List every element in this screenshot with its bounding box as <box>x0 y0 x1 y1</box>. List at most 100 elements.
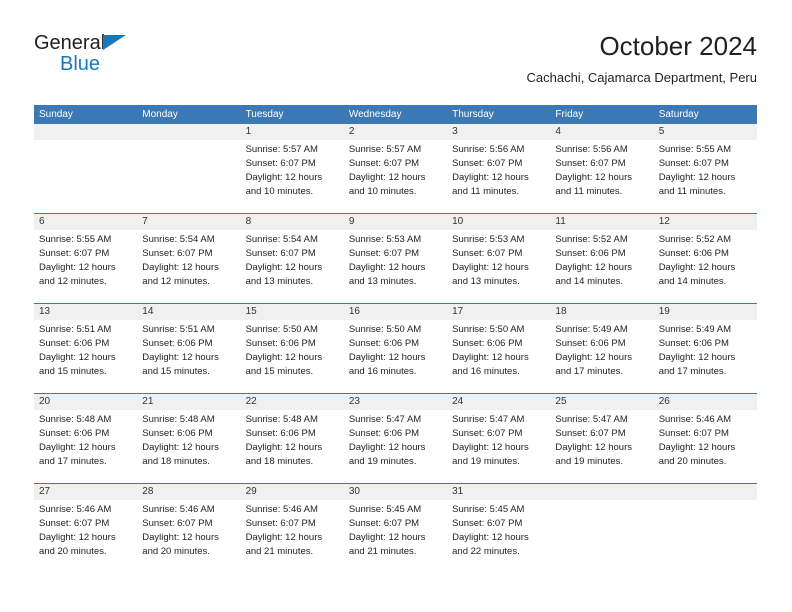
daylight-text-line1: Daylight: 12 hours <box>555 262 632 273</box>
day-number-22[interactable]: 22 <box>241 394 344 410</box>
day-cell-16[interactable]: Sunrise: 5:50 AM Sunset: 6:06 PM Daylight:… <box>344 320 447 393</box>
daylight-text-line2: and 19 minutes. <box>348 456 417 467</box>
day-cell-28[interactable]: Sunrise: 5:46 AM Sunset: 6:07 PM Daylight:… <box>137 500 240 573</box>
daylight-text-line2: and 17 minutes. <box>39 456 107 467</box>
daylight-text-line2: and 17 minutes. <box>658 366 727 377</box>
daylight-text-line1: Daylight: 12 hours <box>452 352 529 363</box>
page-subtitle: Cachachi, Cajamarca Department, Peru <box>526 70 758 85</box>
day-number-11[interactable]: 11 <box>550 214 653 230</box>
day-cell-8[interactable]: Sunrise: 5:54 AM Sunset: 6:07 PM Daylight:… <box>241 230 344 303</box>
day-cell-3[interactable]: Sunrise: 5:56 AM Sunset: 6:07 PM Daylight:… <box>447 140 550 213</box>
calendar-weeks: 1 2 3 4 5 Sunrise: 5:57 AM Sunset: 6:07 PM Dayl… <box>34 124 757 573</box>
daylight-text-line2: and 14 minutes. <box>555 276 624 287</box>
day-cell-30[interactable]: Sunrise: 5:45 AM Sunset: 6:07 PM Daylight:… <box>344 500 447 573</box>
day-cell-29[interactable]: Sunrise: 5:46 AM Sunset: 6:07 PM Daylight:… <box>241 500 344 573</box>
day-cell-13[interactable]: Sunrise: 5:51 AM Sunset: 6:06 PM Daylight:… <box>34 320 137 393</box>
day-number-9[interactable]: 9 <box>344 214 447 230</box>
day-cell-1[interactable]: Sunrise: 5:57 AM Sunset: 6:07 PM Daylight:… <box>241 140 344 213</box>
day-cell-22[interactable]: Sunrise: 5:48 AM Sunset: 6:06 PM Daylight:… <box>241 410 344 483</box>
day-cell-19[interactable]: Sunrise: 5:49 AM Sunset: 6:06 PM Daylight:… <box>654 320 757 393</box>
day-cell-7[interactable]: Sunrise: 5:54 AM Sunset: 6:07 PM Daylight:… <box>137 230 240 303</box>
daylight-text-line1: Daylight: 12 hours <box>348 172 426 183</box>
day-number-8[interactable]: 8 <box>241 214 344 230</box>
day-number-14[interactable]: 14 <box>137 304 240 320</box>
day-cell-23[interactable]: Sunrise: 5:47 AM Sunset: 6:06 PM Daylight:… <box>344 410 447 483</box>
day-number-24[interactable]: 24 <box>447 394 550 410</box>
day-number-1[interactable]: 1 <box>241 124 344 140</box>
day-number-25[interactable]: 25 <box>550 394 653 410</box>
day-content-band: Sunrise: 5:46 AM Sunset: 6:07 PM Daylight:… <box>34 500 757 573</box>
sunset-text: Sunset: 6:06 PM <box>39 338 110 349</box>
daylight-text-line1: Daylight: 12 hours <box>348 442 426 453</box>
day-number-21[interactable]: 21 <box>137 394 240 410</box>
day-cell-20[interactable]: Sunrise: 5:48 AM Sunset: 6:06 PM Daylight:… <box>34 410 137 483</box>
calendar-week-row: 27 28 29 30 31 Sunrise: 5:46 AM Sunset: 6:07 P… <box>34 483 757 573</box>
day-number-10[interactable]: 10 <box>447 214 550 230</box>
sunrise-text: Sunrise: 5:47 AM <box>452 414 525 425</box>
day-number-19[interactable]: 19 <box>654 304 757 320</box>
daylight-text-line1: Daylight: 12 hours <box>348 532 426 543</box>
daylight-text-line2: and 20 minutes. <box>658 456 727 467</box>
day-number-13[interactable]: 13 <box>34 304 137 320</box>
weekday-header-sunday: Sunday <box>39 109 73 120</box>
day-cell-12[interactable]: Sunrise: 5:52 AM Sunset: 6:06 PM Daylight:… <box>654 230 757 303</box>
day-number-23[interactable]: 23 <box>344 394 447 410</box>
sunset-text: Sunset: 6:06 PM <box>39 428 110 439</box>
sunset-text: Sunset: 6:07 PM <box>245 248 316 259</box>
day-number-12[interactable]: 12 <box>654 214 757 230</box>
day-cell-9[interactable]: Sunrise: 5:53 AM Sunset: 6:07 PM Daylight:… <box>344 230 447 303</box>
day-number-27[interactable]: 27 <box>34 484 137 500</box>
sunrise-text: Sunrise: 5:46 AM <box>658 414 732 425</box>
sunset-text: Sunset: 6:07 PM <box>142 518 213 529</box>
day-cell-2[interactable]: Sunrise: 5:57 AM Sunset: 6:07 PM Daylight:… <box>344 140 447 213</box>
sunrise-text: Sunrise: 5:51 AM <box>142 324 215 335</box>
day-number-4[interactable]: 4 <box>550 124 653 140</box>
day-cell-25[interactable]: Sunrise: 5:47 AM Sunset: 6:07 PM Daylight:… <box>550 410 653 483</box>
day-number-band: 20 21 22 23 24 25 26 <box>34 394 757 410</box>
daylight-text-line1: Daylight: 12 hours <box>245 262 323 273</box>
day-content-band: Sunrise: 5:48 AM Sunset: 6:06 PM Daylight:… <box>34 410 757 483</box>
day-cell-6[interactable]: Sunrise: 5:55 AM Sunset: 6:07 PM Daylight:… <box>34 230 137 303</box>
day-cell-10[interactable]: Sunrise: 5:53 AM Sunset: 6:07 PM Daylight:… <box>447 230 550 303</box>
day-number-3[interactable]: 3 <box>447 124 550 140</box>
day-cell-4[interactable]: Sunrise: 5:56 AM Sunset: 6:07 PM Daylight:… <box>550 140 653 213</box>
day-cell-31[interactable]: Sunrise: 5:45 AM Sunset: 6:07 PM Daylight:… <box>447 500 550 573</box>
daylight-text-line1: Daylight: 12 hours <box>348 352 426 363</box>
calendar-week-row: 13 14 15 16 17 18 19 Sunrise: 5:51 AM Sunset: 6:… <box>34 303 757 393</box>
day-cell-24[interactable]: Sunrise: 5:47 AM Sunset: 6:07 PM Daylight:… <box>447 410 550 483</box>
daylight-text-line2: and 10 minutes. <box>348 186 417 197</box>
day-number-17[interactable]: 17 <box>447 304 550 320</box>
daylight-text-line1: Daylight: 12 hours <box>555 442 632 453</box>
day-number-6[interactable]: 6 <box>34 214 137 230</box>
day-number-26[interactable]: 26 <box>654 394 757 410</box>
day-cell-17[interactable]: Sunrise: 5:50 AM Sunset: 6:06 PM Daylight:… <box>447 320 550 393</box>
daylight-text-line1: Daylight: 12 hours <box>452 262 529 273</box>
day-number-29[interactable]: 29 <box>241 484 344 500</box>
sunrise-text: Sunrise: 5:50 AM <box>452 324 525 335</box>
daylight-text-line1: Daylight: 12 hours <box>245 532 323 543</box>
day-cell-27[interactable]: Sunrise: 5:46 AM Sunset: 6:07 PM Daylight:… <box>34 500 137 573</box>
day-number-15[interactable]: 15 <box>241 304 344 320</box>
day-number-30[interactable]: 30 <box>344 484 447 500</box>
sunset-text: Sunset: 6:06 PM <box>348 428 420 439</box>
day-number-18[interactable]: 18 <box>550 304 653 320</box>
day-cell-5[interactable]: Sunrise: 5:55 AM Sunset: 6:07 PM Daylight:… <box>654 140 757 213</box>
day-number-31[interactable]: 31 <box>447 484 550 500</box>
sunset-text: Sunset: 6:07 PM <box>452 518 523 529</box>
day-cell-18[interactable]: Sunrise: 5:49 AM Sunset: 6:06 PM Daylight:… <box>550 320 653 393</box>
day-cell-21[interactable]: Sunrise: 5:48 AM Sunset: 6:06 PM Daylight:… <box>137 410 240 483</box>
day-cell-14[interactable]: Sunrise: 5:51 AM Sunset: 6:06 PM Daylight:… <box>137 320 240 393</box>
day-number-7[interactable]: 7 <box>137 214 240 230</box>
day-cell-11[interactable]: Sunrise: 5:52 AM Sunset: 6:06 PM Daylight:… <box>550 230 653 303</box>
day-number-28[interactable]: 28 <box>137 484 240 500</box>
day-number-2[interactable]: 2 <box>344 124 447 140</box>
day-number-20[interactable]: 20 <box>34 394 137 410</box>
day-cell-15[interactable]: Sunrise: 5:50 AM Sunset: 6:06 PM Daylight:… <box>241 320 344 393</box>
day-number-16[interactable]: 16 <box>344 304 447 320</box>
day-number-band: 6 7 8 9 10 11 12 <box>34 214 757 230</box>
calendar-page: General Blue October 2024 Cachachi, Caja… <box>0 0 792 612</box>
day-cell-26[interactable]: Sunrise: 5:46 AM Sunset: 6:07 PM Daylight:… <box>654 410 757 483</box>
sunrise-text: Sunrise: 5:46 AM <box>245 504 318 515</box>
day-number-5[interactable]: 5 <box>654 124 757 140</box>
general-blue-logo[interactable]: General Blue <box>34 32 214 84</box>
